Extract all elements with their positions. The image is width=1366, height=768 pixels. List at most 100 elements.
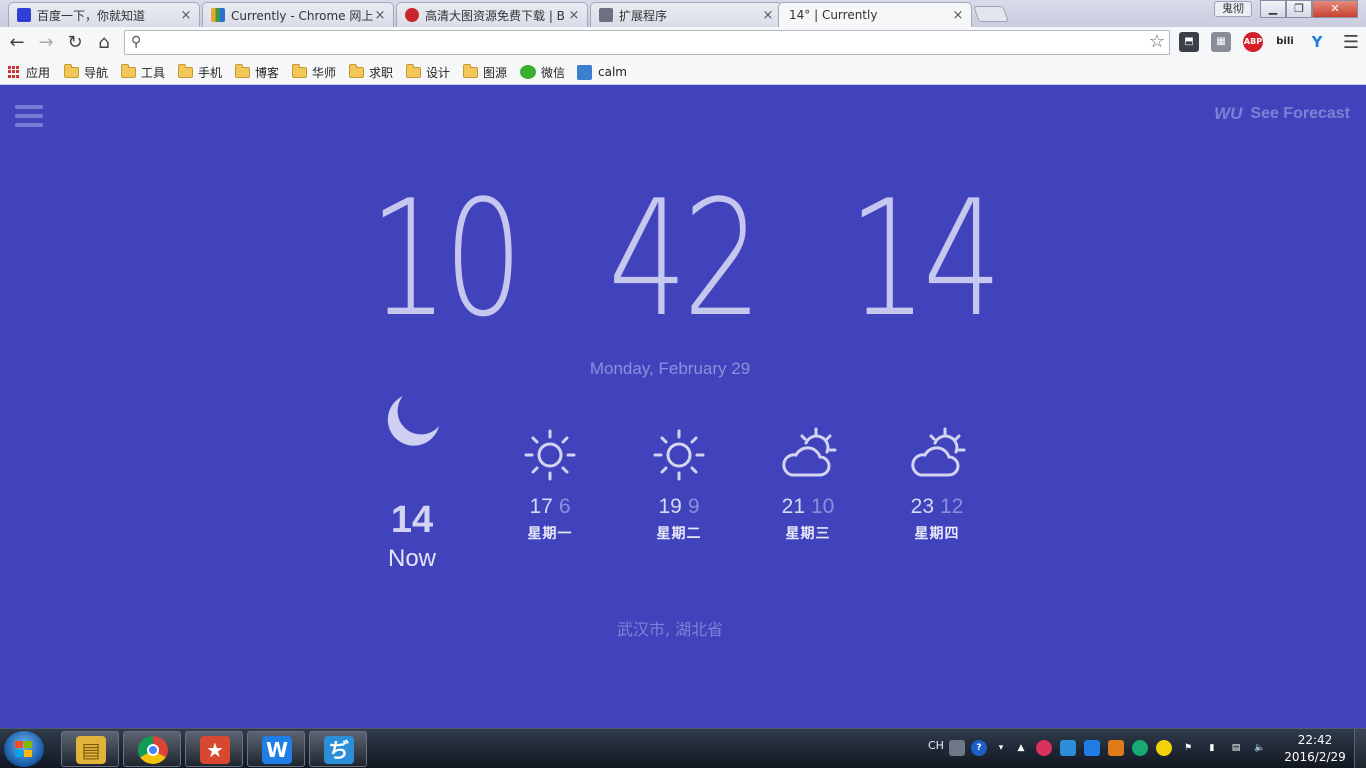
wps-writer-icon: W (262, 736, 292, 764)
bookmark-folder-images[interactable]: 图源 (463, 63, 507, 81)
sogou-input-icon: ぢ (324, 736, 354, 764)
tray-app-orange-icon[interactable] (1108, 740, 1124, 756)
bookmark-calm[interactable]: calm (577, 63, 627, 81)
tab-wallpapers[interactable]: 高清大图资源免费下载 | B × (396, 2, 588, 27)
back-arrow-icon[interactable]: ← (5, 31, 29, 55)
close-window-button[interactable]: ✕ (1312, 0, 1358, 18)
tab-currently-webstore[interactable]: Currently - Chrome 网上 × (202, 2, 394, 27)
see-forecast-label: See Forecast (1250, 105, 1350, 122)
tab-currently-active[interactable]: 14° | Currently × (778, 2, 972, 27)
pocket-icon[interactable]: ⬒ (1179, 32, 1199, 52)
bookmark-folder-blog[interactable]: 博客 (235, 63, 279, 81)
adblock-plus-icon[interactable]: ABP (1243, 32, 1263, 52)
system-clock[interactable]: 22:42 2016/2/29 (1278, 732, 1352, 766)
bookmark-label: 图源 (483, 65, 508, 80)
hamburger-icon[interactable] (15, 105, 43, 127)
maximize-button[interactable]: ❐ (1286, 0, 1312, 18)
profile-badge[interactable]: 鬼彻 (1214, 1, 1252, 17)
forecast-day: 23 12 星期四 (882, 425, 992, 543)
tab-close-icon[interactable]: × (951, 8, 965, 23)
extension-y-icon[interactable]: Y (1307, 32, 1327, 52)
forecast-day: 17 6 星期一 (495, 425, 605, 543)
bookmark-label: 华师 (312, 65, 337, 80)
file-explorer-icon: ▤ (76, 736, 106, 764)
sun-icon (653, 429, 705, 481)
taskbar-chrome[interactable] (123, 731, 181, 767)
usb-device-icon[interactable]: ▮ (1204, 740, 1220, 756)
taskbar-sogou[interactable]: ぢ (309, 731, 367, 767)
high-temp: 21 (781, 495, 805, 518)
home-icon[interactable]: ⌂ (92, 31, 116, 55)
day-name: 星期一 (527, 526, 573, 542)
big-clock: 10 42 14 (0, 165, 1366, 352)
url-input[interactable] (151, 33, 1141, 53)
volume-icon[interactable]: 🔈 (1252, 740, 1268, 756)
tab-label: 高清大图资源免费下载 | B (425, 8, 565, 23)
tab-close-icon[interactable]: × (761, 8, 775, 23)
folder-icon (178, 63, 193, 78)
ime-options-icon[interactable]: ▾ (993, 740, 1009, 756)
wunderlist-icon: ★ (200, 736, 230, 764)
sogou-tray-icon[interactable] (1060, 740, 1076, 756)
bookmark-folder-jobs[interactable]: 求职 (349, 63, 393, 81)
tab-close-icon[interactable]: × (567, 8, 581, 23)
network-icon[interactable]: ▤ (1228, 740, 1244, 756)
wps-tray-icon[interactable] (1084, 740, 1100, 756)
show-hidden-icons-icon[interactable]: ▲ (1013, 740, 1029, 756)
language-indicator[interactable]: CH (928, 739, 944, 752)
browser-chrome: 百度一下，你就知道 × Currently - Chrome 网上 × 高清大图… (0, 0, 1366, 85)
tray-app-plus-icon[interactable] (1156, 740, 1172, 756)
tab-close-icon[interactable]: × (179, 8, 193, 23)
windows-taskbar: ▤ ★ W ぢ CH ? ▾ ▲ ⚑ ▮ ▤ 🔈 22:42 2016/2/29 (0, 728, 1366, 768)
tab-extensions[interactable]: 扩展程序 × (590, 2, 782, 27)
taskbar-file-explorer[interactable]: ▤ (61, 731, 119, 767)
show-desktop-button[interactable] (1354, 729, 1366, 768)
bookmarks-bar: 应用 导航 工具 手机 博客 华师 求职 设计 图源 微信 calm (0, 58, 1366, 85)
system-time: 22:42 (1297, 733, 1333, 747)
forward-arrow-icon[interactable]: → (34, 31, 58, 55)
new-tab-button[interactable] (973, 6, 1009, 22)
reload-icon[interactable]: ↻ (63, 31, 87, 55)
keyboard-icon[interactable] (949, 740, 965, 756)
tray-app-red-icon[interactable] (1036, 740, 1052, 756)
date-label: Monday, February 29 (589, 359, 751, 378)
calm-site-icon (577, 64, 592, 80)
action-center-flag-icon[interactable]: ⚑ (1180, 740, 1196, 756)
bookmark-apps[interactable]: 应用 (8, 63, 50, 81)
bookmark-folder-tools[interactable]: 工具 (121, 63, 165, 81)
folder-icon (349, 63, 364, 78)
start-button[interactable] (4, 731, 44, 767)
tab-manager-icon[interactable]: ▦ (1211, 32, 1231, 52)
bookmark-label: 微信 (541, 65, 566, 80)
bookmark-folder-ccnu[interactable]: 华师 (292, 63, 336, 81)
window-controls: ▁ ❐ ✕ (1260, 0, 1358, 18)
bilibili-icon[interactable]: bili (1275, 32, 1295, 52)
apps-grid-icon (8, 66, 20, 78)
day-name: 星期二 (656, 526, 702, 542)
tray-app-e-icon[interactable] (1132, 740, 1148, 756)
bookmark-folder-nav[interactable]: 导航 (64, 63, 108, 81)
chrome-menu-icon[interactable]: ☰ (1339, 31, 1363, 55)
forecast-day: 19 9 星期二 (624, 425, 734, 543)
address-bar[interactable]: ⚲ ☆ (124, 30, 1170, 55)
taskbar-wunderlist[interactable]: ★ (185, 731, 243, 767)
bookmark-wechat[interactable]: 微信 (520, 63, 565, 81)
current-temperature: 14 (390, 499, 434, 541)
see-forecast-link[interactable]: WU See Forecast (1214, 104, 1350, 124)
tab-baidu[interactable]: 百度一下，你就知道 × (8, 2, 200, 27)
day-name: 星期三 (785, 526, 831, 542)
clock-seconds: 14 (847, 165, 1002, 352)
tab-label: Currently - Chrome 网上 (231, 8, 373, 23)
bookmark-folder-mobile[interactable]: 手机 (178, 63, 222, 81)
folder-icon (292, 63, 307, 78)
folder-icon (406, 63, 421, 78)
sun-icon (524, 429, 576, 481)
help-icon[interactable]: ? (971, 740, 987, 756)
bookmark-star-icon[interactable]: ☆ (1149, 31, 1165, 52)
low-temp: 10 (811, 495, 835, 518)
minimize-button[interactable]: ▁ (1260, 0, 1286, 18)
high-temp: 23 (910, 495, 934, 518)
taskbar-wps-writer[interactable]: W (247, 731, 305, 767)
tab-close-icon[interactable]: × (373, 8, 387, 23)
bookmark-folder-design[interactable]: 设计 (406, 63, 450, 81)
